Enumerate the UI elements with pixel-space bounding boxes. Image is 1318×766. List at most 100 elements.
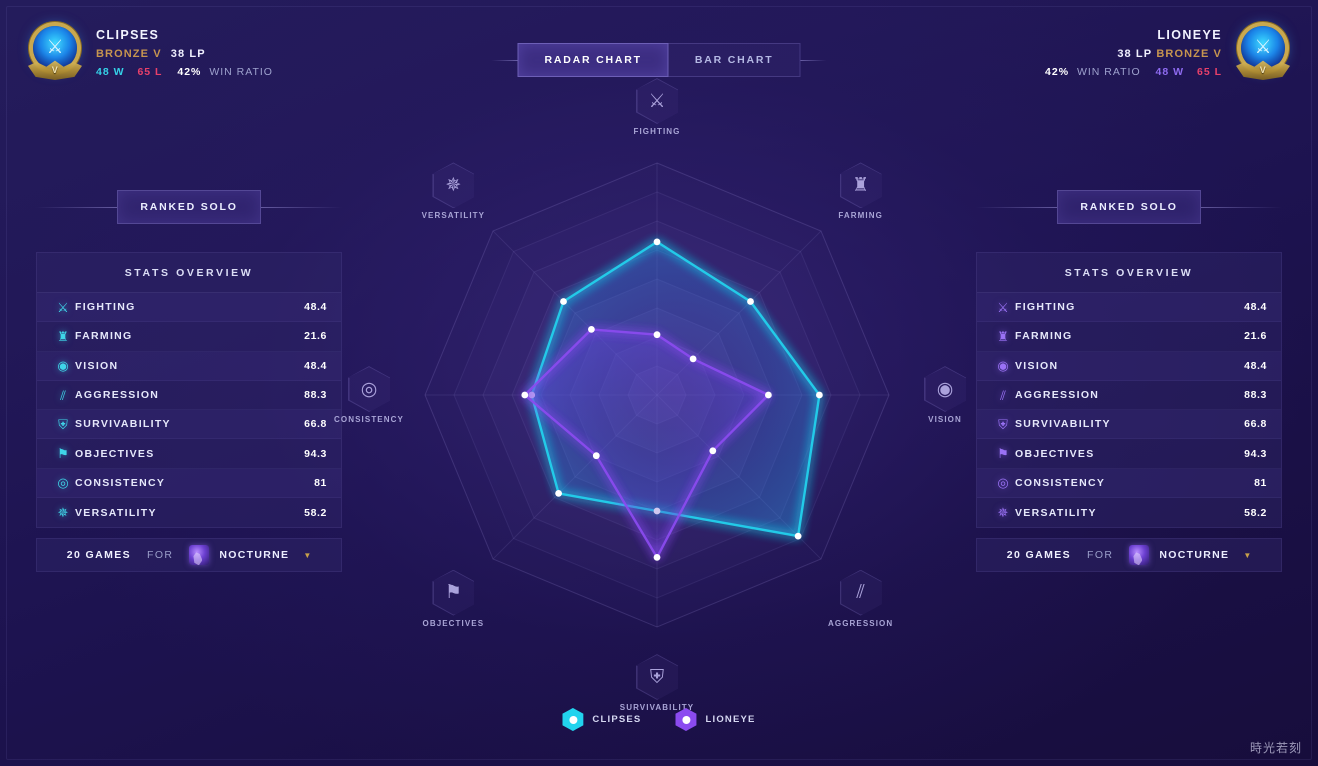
queue-header-right: RANKED SOLO <box>976 190 1283 224</box>
stats-row: ✵ VERSATILITY 58.2 <box>977 498 1281 527</box>
stats-row: ⚑ OBJECTIVES 94.3 <box>977 439 1281 469</box>
queue-header-left: RANKED SOLO <box>36 190 343 224</box>
caret-down-icon[interactable]: ▼ <box>303 551 311 560</box>
minion-icon: ♜ <box>997 328 1009 344</box>
radar-axis-consistency[interactable]: ◎ CONSISTENCY <box>321 366 417 424</box>
games-filter-left[interactable]: 20 GAMES FOR NOCTURNE ▼ <box>36 538 342 573</box>
stats-row: ⛨ SURVIVABILITY 66.8 <box>977 410 1281 440</box>
caret-down-icon[interactable]: ▼ <box>1243 551 1251 560</box>
champion-avatar <box>189 545 210 566</box>
radar-axis-farming[interactable]: ♜ FARMING <box>813 162 909 220</box>
stats-row: ◎ CONSISTENCY 81 <box>977 468 1281 499</box>
stats-row-value: 58.2 <box>304 506 327 519</box>
stats-card-title: STATS OVERVIEW <box>977 253 1281 293</box>
radar-axis-label: VERSATILITY <box>421 211 486 221</box>
radar-axis-label: AGGRESSION <box>828 618 894 628</box>
stats-row-value: 66.8 <box>1244 418 1267 431</box>
games-for-label: FOR <box>1087 549 1114 562</box>
division-letter: V <box>1259 65 1267 75</box>
rank-emblem-left: ⚔ V <box>28 24 82 82</box>
target-icon: ◎ <box>997 475 1009 491</box>
games-count: 20 GAMES <box>1006 549 1072 562</box>
flag-icon: ⚑ <box>57 446 69 462</box>
flag-icon: ⚑ <box>432 569 475 616</box>
stats-row: ⛨ SURVIVABILITY 66.8 <box>37 410 341 440</box>
stats-row: ◎ CONSISTENCY 81 <box>37 468 341 499</box>
win-ratio-label: WIN RATIO <box>209 66 273 78</box>
radar-axis-vision[interactable]: ◉ VISION <box>897 366 993 424</box>
champion-avatar <box>1129 545 1150 566</box>
stats-row: ⚑ OBJECTIVES 94.3 <box>37 439 341 469</box>
stats-rows-left: ⚔ FIGHTING 48.4 ♜ FARMING 21.6 ◉ VISION 48.4 ⫽ AGG… <box>37 293 341 527</box>
stats-row-value: 81 <box>1254 476 1267 489</box>
stats-row-value: 21.6 <box>304 330 327 343</box>
slashes-icon: ⫽ <box>1000 387 1006 403</box>
stats-row-value: 48.4 <box>1244 359 1267 372</box>
radar-axis-objectives[interactable]: ⚑ OBJECTIVES <box>405 569 501 628</box>
atom-icon: ✵ <box>57 505 69 521</box>
stats-row: ⫽ AGGRESSION 88.3 <box>37 381 341 411</box>
tab-radar-chart[interactable]: RADAR CHART <box>517 43 669 77</box>
player-rank: BRONZE V 38 LP <box>96 48 273 60</box>
flag-icon: ⚑ <box>997 446 1009 462</box>
legend-marker-icon <box>562 708 583 731</box>
radar-axis-versatility[interactable]: ✵ VERSATILITY <box>405 162 501 220</box>
legend-item-lioneye[interactable]: LIONEYE <box>675 708 755 731</box>
stats-row: ♜ FARMING 21.6 <box>37 322 341 352</box>
stats-row-label: OBJECTIVES <box>75 447 155 460</box>
radar-axis-fighting[interactable]: ⚔ FIGHTING <box>609 78 705 136</box>
stats-row-label: SURVIVABILITY <box>1015 418 1111 431</box>
eye-icon: ◉ <box>924 366 966 412</box>
stats-row-label: CONSISTENCY <box>75 476 166 489</box>
radar-axis-label: FARMING <box>838 211 883 221</box>
shield-icon: ⛨ <box>998 416 1008 432</box>
radar-axis-label: CONSISTENCY <box>334 415 404 424</box>
stats-row-label: FARMING <box>75 330 133 343</box>
stats-row: ♜ FARMING 21.6 <box>977 322 1281 352</box>
tab-divider-left <box>491 59 518 61</box>
stats-row-value: 48.4 <box>304 301 327 314</box>
radar-chart: ⚔ FIGHTING ♜ FARMING ◉ VISION ⫽ AGGRESSION ⛨ SURV… <box>334 78 967 712</box>
atom-icon: ✵ <box>432 162 475 209</box>
stats-row: ◉ VISION 48.4 <box>977 351 1281 381</box>
legend-item-clipses[interactable]: CLIPSES <box>562 708 641 731</box>
rank-lp: 38 LP <box>170 48 206 60</box>
watermark: 時光若刻 <box>1249 741 1302 755</box>
sword-icon: ⚔ <box>997 299 1009 315</box>
sword-icon: ⚔ <box>636 78 678 124</box>
stats-row-label: VERSATILITY <box>75 506 157 519</box>
radar-axis-label: OBJECTIVES <box>422 618 485 628</box>
legend-marker-icon <box>675 708 696 731</box>
target-icon: ◎ <box>348 366 390 412</box>
stats-row-label: OBJECTIVES <box>1015 447 1095 460</box>
stats-row-label: SURVIVABILITY <box>75 418 171 431</box>
player-card-left[interactable]: ⚔ V CLIPSES BRONZE V 38 LP 48 W 65 L 42%… <box>28 24 273 82</box>
stats-panel-right: RANKED SOLO STATS OVERVIEW ⚔ FIGHTING 48.4… <box>976 190 1283 573</box>
stats-row-label: VISION <box>75 359 119 372</box>
minion-icon: ♜ <box>57 328 69 344</box>
radar-axis-aggression[interactable]: ⫽ AGGRESSION <box>813 569 909 628</box>
wins-count: 48 W <box>1155 66 1185 78</box>
stats-row-label: FIGHTING <box>75 301 136 314</box>
queue-badge[interactable]: RANKED SOLO <box>117 190 261 224</box>
losses-count: 65 L <box>1196 66 1222 78</box>
player-info-right: LIONEYE 38 LP BRONZE V 42% WIN RATIO 48 … <box>1034 28 1222 78</box>
chart-legend: CLIPSES LIONEYE <box>562 708 755 731</box>
stats-row-label: AGGRESSION <box>75 389 160 402</box>
shield-icon: ⛨ <box>636 654 678 700</box>
games-count: 20 GAMES <box>66 549 132 562</box>
stats-row: ⫽ AGGRESSION 88.3 <box>977 381 1281 411</box>
sword-icon: ⚔ <box>57 299 69 315</box>
games-filter-right[interactable]: 20 GAMES FOR NOCTURNE ▼ <box>976 538 1282 573</box>
rank-tier: BRONZE V <box>1156 48 1222 60</box>
stats-row-value: 94.3 <box>1244 447 1267 460</box>
tab-bar-chart[interactable]: BAR CHART <box>668 43 801 77</box>
player-info-left: CLIPSES BRONZE V 38 LP 48 W 65 L 42% WIN… <box>96 28 273 78</box>
queue-divider-right <box>260 206 343 208</box>
player-card-right[interactable]: ⚔ V LIONEYE 38 LP BRONZE V 42% WIN RATIO… <box>1034 24 1290 82</box>
stats-row-value: 94.3 <box>304 447 327 460</box>
stats-row-label: CONSISTENCY <box>1015 476 1106 489</box>
queue-badge[interactable]: RANKED SOLO <box>1057 190 1201 224</box>
stats-row-label: AGGRESSION <box>1015 389 1100 402</box>
radar-axis-survivability[interactable]: ⛨ SURVIVABILITY <box>609 654 705 712</box>
